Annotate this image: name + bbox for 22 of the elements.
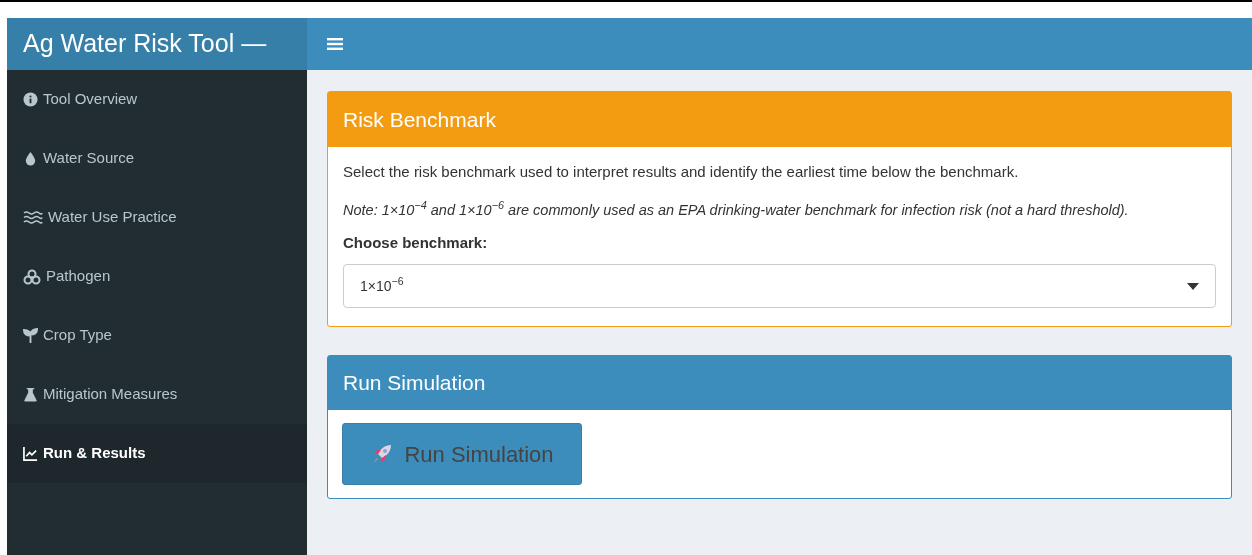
benchmark-select[interactable]: 1×10$^{−6}$ — [343, 264, 1216, 308]
panel-title: Risk Benchmark — [343, 106, 496, 133]
line-chart-icon — [23, 446, 38, 461]
app-title: Ag Water Risk Tool — — [23, 28, 267, 60]
note-text: Note: 1×10$^{−4}$ and 1×10$^{−6}$ are commonly used as an EPA drinking-water benchmark for infection risk (not a hard threshold). — [343, 198, 1130, 220]
sidebar-item[interactable]: Run & Results — [7, 424, 307, 483]
description-text: Select the risk benchmark used to interpret results and identify the earliest time below the benchmark. — [343, 162, 1020, 182]
flask-icon — [23, 387, 38, 402]
sidebar-item[interactable]: Crop Type — [7, 306, 307, 365]
seedling-icon — [23, 328, 38, 343]
select-label: Choose benchmark: — [343, 232, 489, 253]
sidebar-item[interactable]: Mitigation Measures — [7, 365, 307, 424]
drop-icon — [23, 151, 38, 166]
dropdown-caret-icon — [1187, 282, 1199, 290]
waves-icon — [23, 210, 43, 225]
sidebar-item[interactable]: Tool Overview — [7, 70, 307, 129]
info-icon — [23, 92, 38, 107]
sidebar-item[interactable]: Water Use Practice — [7, 188, 307, 247]
panel-title: Run Simulation — [343, 370, 486, 397]
menu-icon[interactable] — [327, 37, 343, 51]
sidebar-item[interactable]: Pathogen — [7, 247, 307, 306]
sidebar-item[interactable]: Water Source — [7, 129, 307, 188]
